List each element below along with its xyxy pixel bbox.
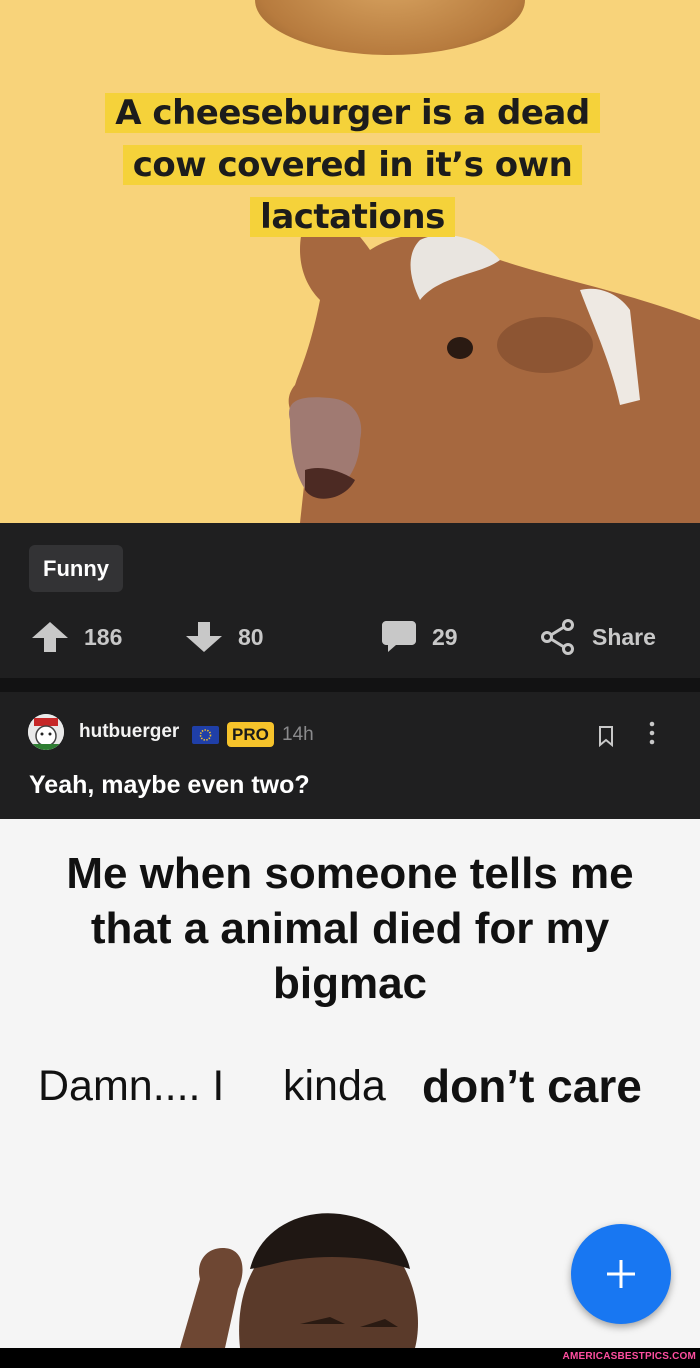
avatar-image-icon <box>28 714 64 750</box>
watermark-text: AMERICASBESTPICS.COM <box>562 1351 696 1362</box>
comment-text: Yeah, maybe even two? <box>29 771 310 799</box>
username-link[interactable]: hutbuerger <box>79 721 179 743</box>
footer-bar: AMERICASBESTPICS.COM <box>0 1348 700 1368</box>
meme-word-dont-care: don’t care <box>422 1060 642 1112</box>
comments-button[interactable]: 29 <box>382 615 458 659</box>
comment-timestamp: 14h <box>282 724 314 745</box>
meme-title: Me when someone tells me that a animal d… <box>66 849 634 1008</box>
arrow-down-icon <box>186 622 222 652</box>
create-post-button[interactable] <box>571 1224 671 1324</box>
meme-caption: A cheeseburger is a dead cow covered in … <box>70 87 635 243</box>
upvote-button[interactable]: 186 <box>32 615 122 659</box>
eu-flag-icon <box>192 726 219 744</box>
user-avatar[interactable] <box>28 714 64 750</box>
more-options-icon[interactable] <box>642 720 662 746</box>
meme-word-kinda: kinda <box>283 1062 386 1110</box>
section-divider <box>0 678 700 692</box>
plus-icon <box>607 1260 635 1288</box>
arrow-up-icon <box>32 622 68 652</box>
comment-bubble-icon <box>382 621 416 652</box>
comment-count: 29 <box>432 623 458 650</box>
cow-illustration <box>288 211 700 523</box>
post-image[interactable]: A cheeseburger is a dead cow covered in … <box>0 0 700 523</box>
upvote-count: 186 <box>84 623 123 650</box>
downvote-count: 80 <box>238 623 264 650</box>
share-button[interactable]: Share <box>540 615 656 659</box>
meme-word-damn: Damn.... I <box>38 1062 225 1110</box>
post-actions-bar: Funny 186 80 29 Share <box>0 523 700 678</box>
tag-chip[interactable]: Funny <box>29 545 123 592</box>
bookmark-icon[interactable] <box>596 725 616 747</box>
share-label: Share <box>592 623 656 650</box>
share-icon <box>541 619 574 655</box>
downvote-button[interactable]: 80 <box>186 615 264 659</box>
pro-badge: PRO <box>227 722 274 747</box>
comment-card: hutbuerger PRO 14h Yeah, maybe even two? <box>0 692 700 819</box>
